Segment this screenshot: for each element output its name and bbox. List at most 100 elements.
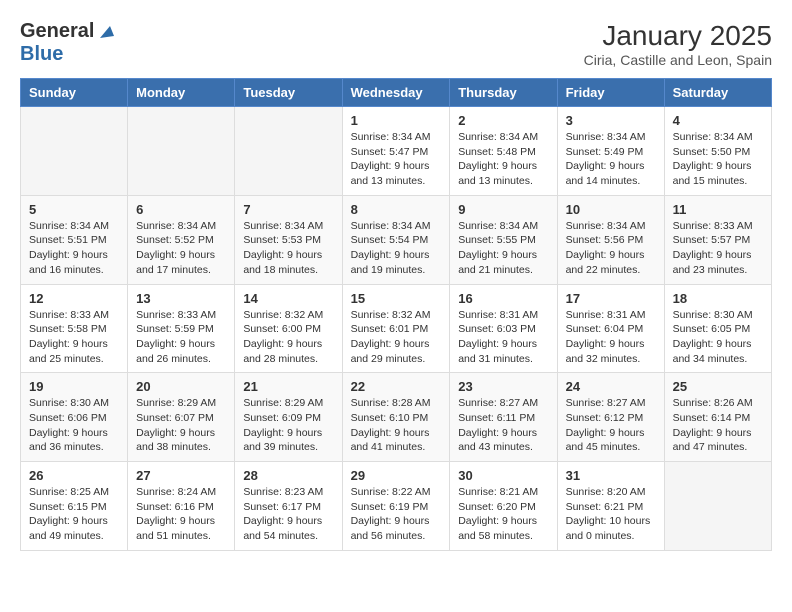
day-of-week-header: Tuesday [235, 79, 342, 107]
day-of-week-header: Thursday [450, 79, 557, 107]
day-number: 8 [351, 202, 442, 217]
day-info: Sunrise: 8:24 AMSunset: 6:16 PMDaylight:… [136, 485, 226, 544]
day-number: 29 [351, 468, 442, 483]
day-info: Sunrise: 8:29 AMSunset: 6:07 PMDaylight:… [136, 396, 226, 455]
calendar-cell: 9 Sunrise: 8:34 AMSunset: 5:55 PMDaylight… [450, 195, 557, 284]
day-info: Sunrise: 8:31 AMSunset: 6:04 PMDaylight:… [566, 308, 656, 367]
day-info: Sunrise: 8:34 AMSunset: 5:55 PMDaylight:… [458, 219, 548, 278]
calendar-cell: 29 Sunrise: 8:22 AMSunset: 6:19 PMDayligh… [342, 462, 450, 551]
day-info: Sunrise: 8:32 AMSunset: 6:01 PMDaylight:… [351, 308, 442, 367]
day-number: 20 [136, 379, 226, 394]
calendar-cell: 1 Sunrise: 8:34 AMSunset: 5:47 PMDaylight… [342, 107, 450, 196]
calendar-table: SundayMondayTuesdayWednesdayThursdayFrid… [20, 78, 772, 551]
calendar-cell: 21 Sunrise: 8:29 AMSunset: 6:09 PMDayligh… [235, 373, 342, 462]
day-info: Sunrise: 8:27 AMSunset: 6:11 PMDaylight:… [458, 396, 548, 455]
day-number: 17 [566, 291, 656, 306]
calendar-cell [21, 107, 128, 196]
calendar-cell: 23 Sunrise: 8:27 AMSunset: 6:11 PMDayligh… [450, 373, 557, 462]
day-info: Sunrise: 8:25 AMSunset: 6:15 PMDaylight:… [29, 485, 119, 544]
day-number: 10 [566, 202, 656, 217]
day-number: 14 [243, 291, 333, 306]
day-number: 31 [566, 468, 656, 483]
calendar-week-row: 1 Sunrise: 8:34 AMSunset: 5:47 PMDaylight… [21, 107, 772, 196]
calendar-cell: 20 Sunrise: 8:29 AMSunset: 6:07 PMDayligh… [128, 373, 235, 462]
calendar-cell: 17 Sunrise: 8:31 AMSunset: 6:04 PMDayligh… [557, 284, 664, 373]
calendar-cell: 24Sunrise: 8:27 AMSunset: 6:12 PMDayligh… [557, 373, 664, 462]
day-number: 30 [458, 468, 548, 483]
day-number: 1 [351, 113, 442, 128]
calendar-cell: 6Sunrise: 8:34 AMSunset: 5:52 PMDaylight… [128, 195, 235, 284]
day-info: Sunrise: 8:23 AMSunset: 6:17 PMDaylight:… [243, 485, 333, 544]
calendar-header-row: SundayMondayTuesdayWednesdayThursdayFrid… [21, 79, 772, 107]
day-info: Sunrise: 8:21 AMSunset: 6:20 PMDaylight:… [458, 485, 548, 544]
calendar-cell [128, 107, 235, 196]
calendar-cell: 3Sunrise: 8:34 AMSunset: 5:49 PMDaylight… [557, 107, 664, 196]
day-info: Sunrise: 8:28 AMSunset: 6:10 PMDaylight:… [351, 396, 442, 455]
calendar-cell: 13Sunrise: 8:33 AMSunset: 5:59 PMDayligh… [128, 284, 235, 373]
logo-text-general: General [20, 20, 94, 43]
day-info: Sunrise: 8:34 AMSunset: 5:52 PMDaylight:… [136, 219, 226, 278]
day-info: Sunrise: 8:34 AMSunset: 5:53 PMDaylight:… [243, 219, 333, 278]
calendar-cell: 15 Sunrise: 8:32 AMSunset: 6:01 PMDayligh… [342, 284, 450, 373]
calendar-cell: 19 Sunrise: 8:30 AMSunset: 6:06 PMDayligh… [21, 373, 128, 462]
calendar-week-row: 26 Sunrise: 8:25 AMSunset: 6:15 PMDayligh… [21, 462, 772, 551]
day-of-week-header: Saturday [664, 79, 771, 107]
day-number: 23 [458, 379, 548, 394]
day-info: Sunrise: 8:29 AMSunset: 6:09 PMDaylight:… [243, 396, 333, 455]
calendar-cell: 7Sunrise: 8:34 AMSunset: 5:53 PMDaylight… [235, 195, 342, 284]
day-number: 4 [673, 113, 763, 128]
day-info: Sunrise: 8:32 AMSunset: 6:00 PMDaylight:… [243, 308, 333, 367]
day-info: Sunrise: 8:34 AMSunset: 5:50 PMDaylight:… [673, 130, 763, 189]
day-number: 26 [29, 468, 119, 483]
calendar-cell [664, 462, 771, 551]
day-of-week-header: Sunday [21, 79, 128, 107]
day-number: 15 [351, 291, 442, 306]
day-number: 22 [351, 379, 442, 394]
calendar-cell: 8 Sunrise: 8:34 AMSunset: 5:54 PMDaylight… [342, 195, 450, 284]
day-info: Sunrise: 8:34 AMSunset: 5:56 PMDaylight:… [566, 219, 656, 278]
day-info: Sunrise: 8:20 AMSunset: 6:21 PMDaylight:… [566, 485, 656, 544]
calendar-cell [235, 107, 342, 196]
day-number: 21 [243, 379, 333, 394]
calendar-cell: 11 Sunrise: 8:33 AMSunset: 5:57 PMDayligh… [664, 195, 771, 284]
day-info: Sunrise: 8:34 AMSunset: 5:47 PMDaylight:… [351, 130, 442, 189]
day-info: Sunrise: 8:33 AMSunset: 5:57 PMDaylight:… [673, 219, 763, 278]
calendar-cell: 27Sunrise: 8:24 AMSunset: 6:16 PMDayligh… [128, 462, 235, 551]
day-number: 11 [673, 202, 763, 217]
day-info: Sunrise: 8:22 AMSunset: 6:19 PMDaylight:… [351, 485, 442, 544]
calendar-cell: 22 Sunrise: 8:28 AMSunset: 6:10 PMDayligh… [342, 373, 450, 462]
logo-text-blue: Blue [20, 43, 63, 65]
calendar-week-row: 19 Sunrise: 8:30 AMSunset: 6:06 PMDayligh… [21, 373, 772, 462]
calendar-title-block: January 2025 Ciria, Castille and Leon, S… [584, 20, 772, 68]
day-info: Sunrise: 8:30 AMSunset: 6:06 PMDaylight:… [29, 396, 119, 455]
day-info: Sunrise: 8:31 AMSunset: 6:03 PMDaylight:… [458, 308, 548, 367]
day-number: 19 [29, 379, 119, 394]
page-header: General Blue January 2025 Ciria, Castill… [20, 20, 772, 68]
calendar-week-row: 5 Sunrise: 8:34 AMSunset: 5:51 PMDaylight… [21, 195, 772, 284]
day-info: Sunrise: 8:34 AMSunset: 5:54 PMDaylight:… [351, 219, 442, 278]
day-of-week-header: Friday [557, 79, 664, 107]
day-number: 24 [566, 379, 656, 394]
day-info: Sunrise: 8:30 AMSunset: 6:05 PMDaylight:… [673, 308, 763, 367]
logo: General Blue [20, 20, 114, 66]
day-info: Sunrise: 8:34 AMSunset: 5:48 PMDaylight:… [458, 130, 548, 189]
day-of-week-header: Monday [128, 79, 235, 107]
calendar-cell: 16Sunrise: 8:31 AMSunset: 6:03 PMDayligh… [450, 284, 557, 373]
calendar-cell: 4 Sunrise: 8:34 AMSunset: 5:50 PMDaylight… [664, 107, 771, 196]
day-number: 12 [29, 291, 119, 306]
calendar-subtitle: Ciria, Castille and Leon, Spain [584, 52, 772, 68]
day-number: 18 [673, 291, 763, 306]
day-info: Sunrise: 8:33 AMSunset: 5:58 PMDaylight:… [29, 308, 119, 367]
calendar-cell: 12 Sunrise: 8:33 AMSunset: 5:58 PMDayligh… [21, 284, 128, 373]
day-of-week-header: Wednesday [342, 79, 450, 107]
day-number: 28 [243, 468, 333, 483]
day-number: 5 [29, 202, 119, 217]
calendar-title: January 2025 [584, 20, 772, 52]
calendar-cell: 28 Sunrise: 8:23 AMSunset: 6:17 PMDayligh… [235, 462, 342, 551]
day-number: 9 [458, 202, 548, 217]
day-number: 25 [673, 379, 763, 394]
day-info: Sunrise: 8:34 AMSunset: 5:51 PMDaylight:… [29, 219, 119, 278]
calendar-cell: 2 Sunrise: 8:34 AMSunset: 5:48 PMDaylight… [450, 107, 557, 196]
day-number: 2 [458, 113, 548, 128]
calendar-week-row: 12 Sunrise: 8:33 AMSunset: 5:58 PMDayligh… [21, 284, 772, 373]
